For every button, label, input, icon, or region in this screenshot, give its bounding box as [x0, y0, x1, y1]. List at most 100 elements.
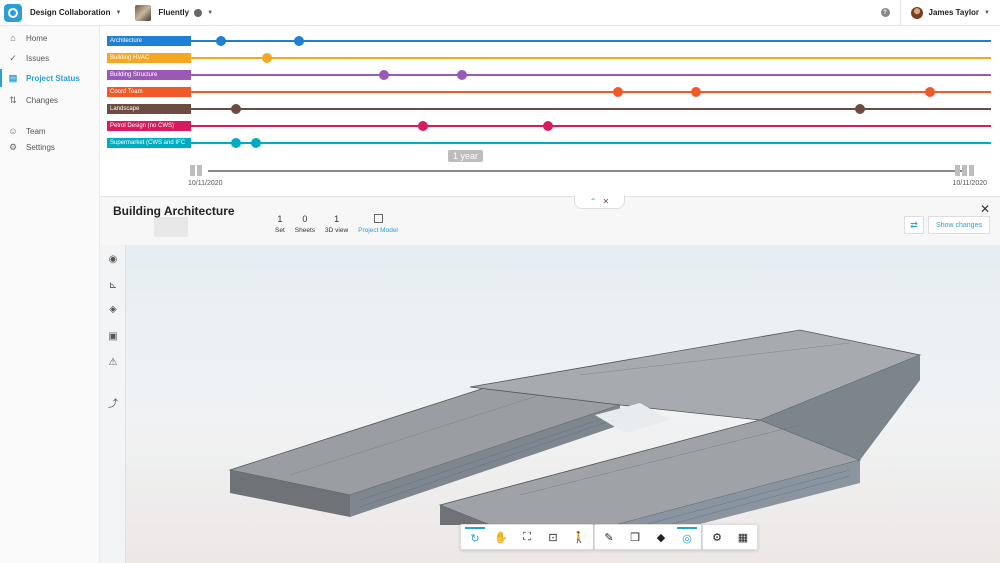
fit-view-icon[interactable]: ⛶ — [517, 527, 537, 547]
model-panel-header: ⌃ ✕ Building Architecture 1 Set 0 Sheets 1… — [100, 195, 1000, 245]
user-name[interactable]: James Taylor — [929, 8, 980, 17]
section-box-icon[interactable]: ◆ — [651, 527, 671, 547]
timeline-row: Landscape — [107, 104, 991, 114]
layers-icon[interactable]: ◈ — [106, 302, 120, 316]
sidebar-item-home[interactable]: ⌂ Home — [0, 29, 100, 47]
app-switcher-chevron-down-icon[interactable]: ▼ — [115, 10, 121, 16]
project-switcher-chevron-down-icon[interactable]: ▼ — [207, 10, 213, 16]
split-arrow-icon[interactable]: ⤴ — [106, 395, 120, 410]
timeline-row-label[interactable]: Coord Team — [107, 87, 191, 97]
timeline-version-dot[interactable] — [293, 36, 304, 46]
project-timeline: 1 year 10/11/2020 10/11/2020 Architectur… — [100, 26, 1000, 196]
settings-gear-icon[interactable]: ⚙ — [707, 527, 727, 547]
range-track[interactable] — [208, 170, 967, 172]
timeline-range-slider[interactable]: 1 year 10/11/2020 10/11/2020 — [188, 150, 987, 188]
timeline-row-label[interactable]: Landscape — [107, 104, 191, 114]
timeline-row: Building HVAC — [107, 53, 991, 63]
divider — [899, 0, 901, 26]
collapse-close-icon[interactable]: ✕ — [603, 197, 610, 206]
timeline-version-dot[interactable] — [231, 104, 242, 114]
timeline-row-label[interactable]: Building Structure — [107, 70, 191, 80]
timeline-version-dot[interactable] — [250, 138, 261, 148]
viewer-toolbar-group: ↻ ✋ ⛶ ⊡ 🚶 — [460, 524, 594, 550]
sheet-icon[interactable]: ▣ — [106, 329, 120, 343]
panel-title: Building Architecture — [113, 204, 235, 218]
timeline-version-dot[interactable] — [457, 70, 468, 80]
compare-icon[interactable]: ⇄ — [904, 216, 924, 234]
watermark-logo — [154, 217, 188, 237]
measure-icon[interactable]: ⊾ — [106, 278, 120, 292]
walk-person-icon[interactable]: 🚶 — [569, 527, 589, 547]
project-name[interactable]: Fluently — [158, 8, 189, 17]
sidebar-item-changes[interactable]: ⇅ Changes — [0, 91, 100, 109]
sidebar-item-label: Team — [26, 126, 46, 136]
sidebar-item-label: Home — [26, 33, 48, 43]
collapse-tab[interactable]: ⌃ ✕ — [574, 195, 625, 209]
warning-icon[interactable]: ⚠ — [106, 355, 120, 369]
timeline-row: Supermarket (CWS and IFC — [107, 138, 991, 148]
range-start-handle[interactable] — [190, 165, 210, 176]
timeline-row-label[interactable]: Architecture — [107, 36, 191, 46]
explode-icon[interactable]: ❒ — [625, 527, 645, 547]
view-eye-icon[interactable]: ◎ — [677, 527, 697, 547]
show-changes-button[interactable]: Show changes — [928, 216, 990, 234]
timeline-row: Coord Team — [107, 87, 991, 97]
timeline-row-line — [191, 91, 991, 93]
pan-hand-icon[interactable]: ✋ — [491, 527, 511, 547]
collapse-up-icon[interactable]: ⌃ — [590, 197, 597, 206]
timeline-row: Petrol Design (no CWS) — [107, 121, 991, 131]
timeline-row-label[interactable]: Petrol Design (no CWS) — [107, 121, 191, 131]
app-logo-icon[interactable] — [4, 3, 22, 22]
timeline-version-dot[interactable] — [379, 70, 390, 80]
app-title[interactable]: Design Collaboration — [30, 8, 110, 17]
timeline-version-dot[interactable] — [215, 36, 226, 46]
avatar[interactable] — [910, 6, 923, 19]
camera-icon[interactable]: ⊡ — [543, 527, 563, 547]
sidebar-item-project-status[interactable]: ▤ Project Status — [0, 69, 100, 87]
stat-set[interactable]: 1 Set — [275, 214, 285, 234]
top-bar: Design Collaboration ▼ Fluently ▼ ? Jame… — [0, 0, 1000, 26]
range-start-date: 10/11/2020 — [188, 180, 223, 187]
orbit-icon[interactable]: ↻ — [465, 527, 485, 547]
timeline-version-dot[interactable] — [418, 121, 429, 131]
range-end-handle[interactable] — [955, 165, 985, 176]
globe-icon — [194, 8, 203, 17]
building-model[interactable] — [200, 295, 960, 525]
swap-arrows-icon: ⇅ — [9, 94, 17, 105]
help-icon[interactable]: ? — [880, 8, 890, 17]
project-model-link[interactable]: Project Model — [358, 214, 398, 234]
timeline-row-line — [191, 57, 991, 59]
timeline-version-dot[interactable] — [613, 87, 624, 97]
sidebar-item-settings[interactable]: ⚙ Settings — [0, 138, 100, 156]
home-icon: ⌂ — [10, 33, 16, 43]
gear-icon: ⚙ — [8, 141, 18, 152]
timeline-row-line — [191, 142, 991, 144]
timeline-version-dot[interactable] — [691, 87, 702, 97]
timeline-version-dot[interactable] — [543, 121, 554, 131]
properties-icon[interactable]: ▦ — [733, 527, 753, 547]
close-panel-icon[interactable]: ✕ — [980, 202, 990, 216]
viewer-toolbar-group: ✎ ❒ ◆ ◎ — [594, 524, 702, 550]
timeline-row-label[interactable]: Supermarket (CWS and IFC — [107, 138, 191, 148]
stat-3d-view[interactable]: 1 3D view — [325, 214, 348, 234]
model-stats: 1 Set 0 Sheets 1 3D view Project Model — [275, 214, 398, 234]
timeline-version-dot[interactable] — [855, 104, 866, 114]
user-menu-chevron-down-icon[interactable]: ▼ — [984, 10, 990, 16]
timeline-version-dot[interactable] — [262, 53, 273, 63]
check-circle-icon: ✓ — [9, 52, 17, 63]
timeline-row-line — [191, 108, 991, 110]
team-icon: ☺ — [8, 126, 18, 136]
timeline-version-dot[interactable] — [231, 138, 242, 148]
timeline-row: Architecture — [107, 36, 991, 46]
stat-sheets[interactable]: 0 Sheets — [295, 214, 315, 234]
timeline-row-line — [191, 40, 991, 42]
ruler-icon[interactable]: ✎ — [599, 527, 619, 547]
sidebar-item-issues[interactable]: ✓ Issues — [0, 49, 100, 67]
viewer-side-toolbar: ◉ ⊾ ◈ ▣ ⚠ ⤴ — [100, 245, 126, 563]
timeline-row-label[interactable]: Building HVAC — [107, 53, 191, 63]
timeline-version-dot[interactable] — [925, 87, 936, 97]
viewer-toolbar-group: ⚙ ▦ — [702, 524, 758, 550]
project-thumbnail — [135, 4, 152, 21]
3d-viewer[interactable]: ◉ ⊾ ◈ ▣ ⚠ ⤴ ↻ ✋ ⛶ ⊡ 🚶 ✎ ❒ ◆ ◎ ⚙ ▦ — [100, 245, 1000, 563]
eye-icon[interactable]: ◉ — [106, 252, 120, 266]
